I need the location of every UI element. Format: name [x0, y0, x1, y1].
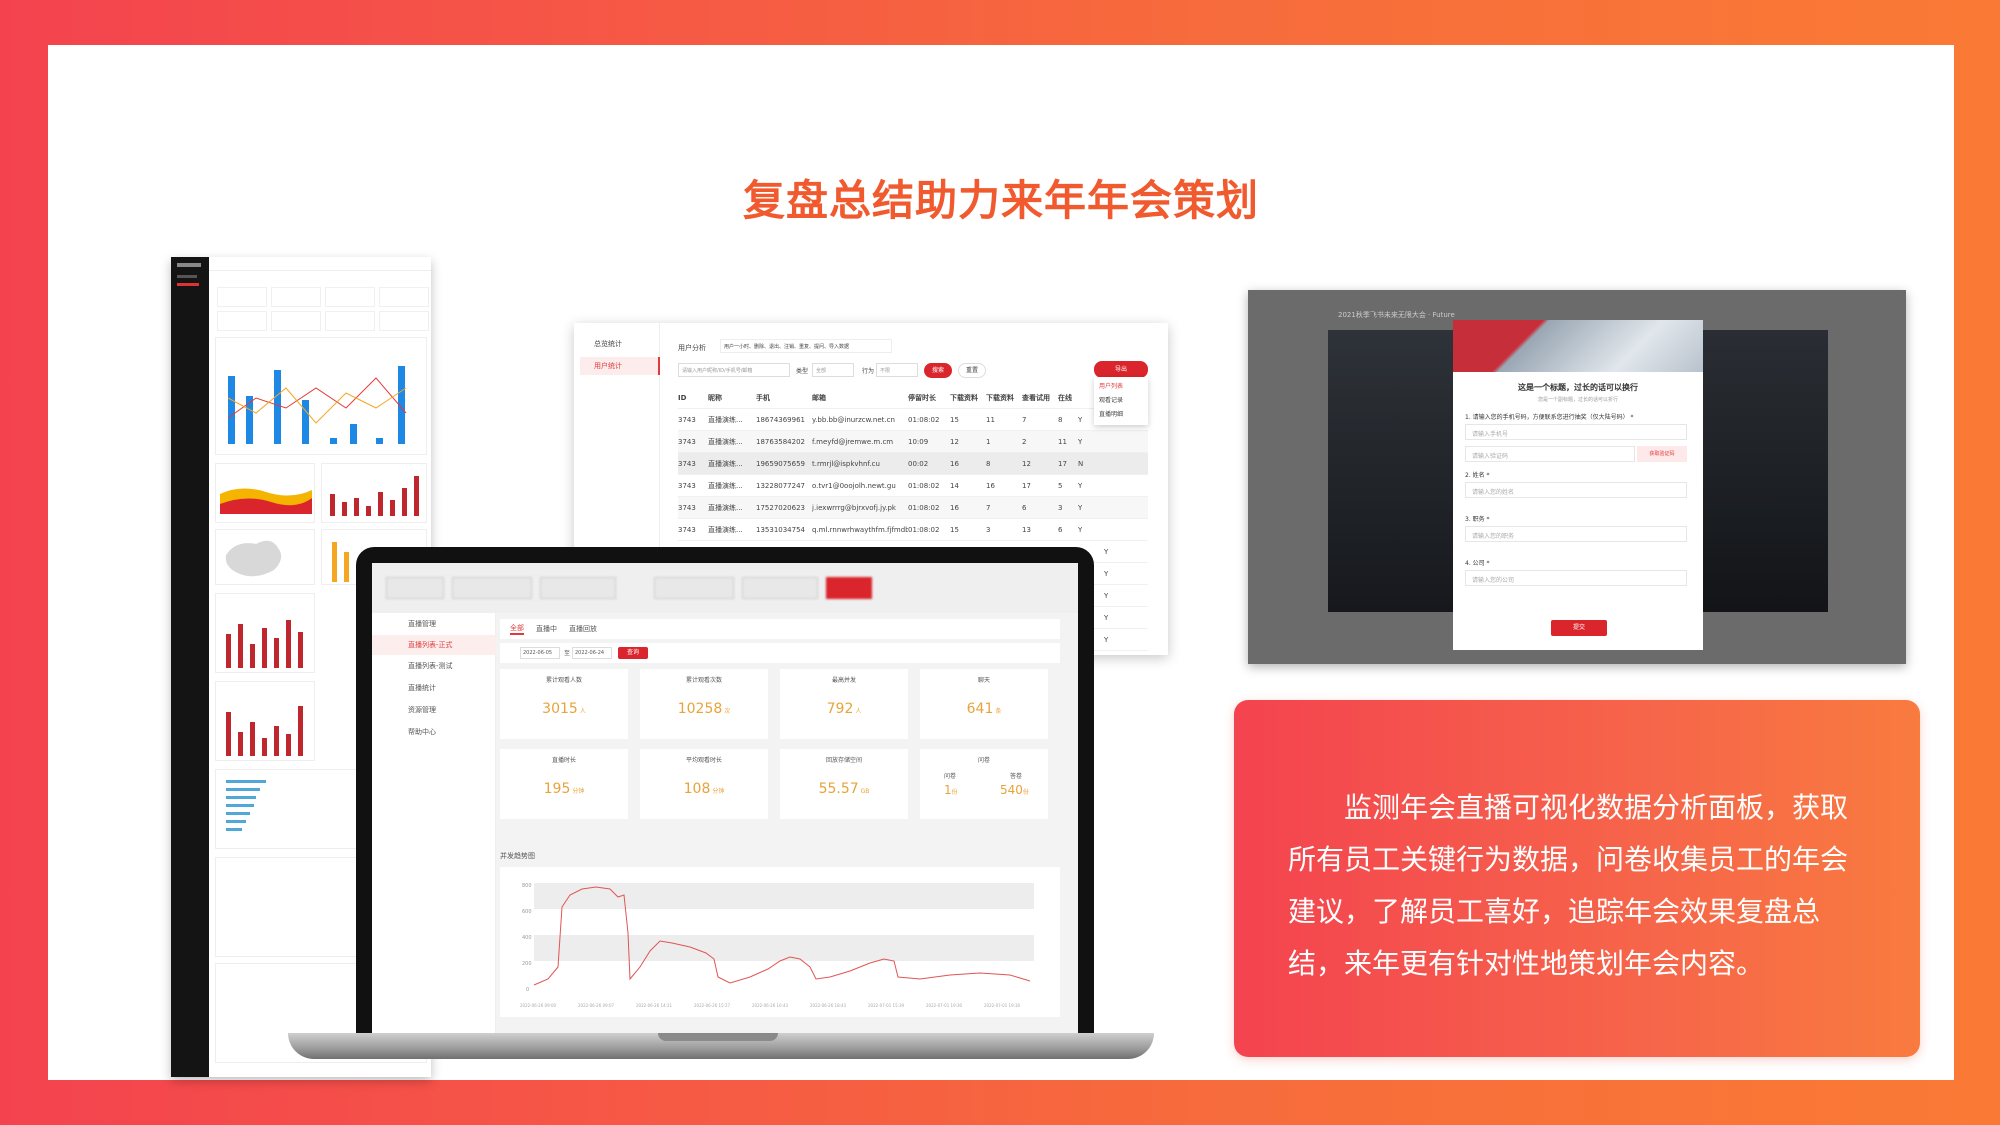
- mini-red-bars-3: [215, 681, 315, 761]
- search-button[interactable]: 搜索: [924, 363, 952, 378]
- question-2: 2. 姓名 *: [1465, 472, 1490, 479]
- search-input[interactable]: 请输入用户昵称/ID/手机号/邮箱: [678, 363, 790, 377]
- nav-resources[interactable]: 资源管理: [372, 705, 496, 715]
- questionnaire-screenshot: 2021秋季飞书未来无限大会 · Future 这是一个标题，过长的话可以换行 …: [1248, 290, 1906, 664]
- question-1: 1. 请输入您的手机号码，方便联系您进行抽奖（仅大陆号码） *: [1465, 414, 1634, 421]
- reset-button[interactable]: 重置: [958, 363, 986, 378]
- question-3: 3. 职务 *: [1465, 516, 1490, 523]
- slide: 复盘总结助力来年年会策划 总览统计 用户统计 用户分析 用户一小时、删除、退出、…: [48, 45, 1954, 1080]
- stat-tile: 回放存储空间 55.57 GB: [780, 749, 908, 819]
- name-input[interactable]: 请输入您的姓名: [1465, 482, 1687, 498]
- get-code-button[interactable]: 获取验证码: [1637, 446, 1687, 462]
- table-header: ID 昵称 手机 邮箱 停留时长 下载资料 下载资料 查看试用 在线: [678, 387, 1148, 409]
- nav-live-manage[interactable]: 直播管理: [372, 619, 496, 629]
- laptop-mockup: 直播管理 直播列表-正式 直播列表-测试 直播统计 资源管理 帮助中心 全部 直…: [356, 547, 1094, 1037]
- y-tick: 800: [522, 883, 532, 889]
- laptop-notch: [658, 1033, 778, 1041]
- laptop-topbar: [372, 563, 1078, 613]
- table-row[interactable]: 3743 直播演练... 17527020623 j.iexwrrrg@bjrxvof…: [678, 497, 1148, 519]
- table-row[interactable]: 3743 直播演练... 19659075659 t.rmrjl@ispkvhnf.c…: [678, 453, 1148, 475]
- export-menu-item[interactable]: 直播明细: [1099, 408, 1143, 422]
- tab-live[interactable]: 直播中: [536, 624, 557, 634]
- mini-bar-chart-blue: [215, 337, 427, 455]
- x-tick: 2022-06-26 09:00: [520, 1003, 557, 1008]
- x-tick: 2022-07-01 19:30: [926, 1003, 963, 1008]
- description-card: 监测年会直播可视化数据分析面板，获取所有员工关键行为数据，问卷收集员工的年会建议…: [1234, 700, 1920, 1057]
- y-tick: 600: [522, 909, 532, 915]
- questionnaire-modal: 这是一个标题，过长的话可以换行 您是一个副标题，过长的话可以折行 1. 请输入您…: [1453, 320, 1703, 650]
- concurrency-chart: 800 600 400 200 0 2022-06-26 09:00 2022-…: [500, 867, 1060, 1017]
- x-tick: 2022-06-26 14:21: [636, 1003, 673, 1008]
- nav-live-list-prod[interactable]: 直播列表-正式: [372, 635, 496, 655]
- export-menu-item[interactable]: 用户列表: [1099, 380, 1143, 394]
- filter-behavior-label: 行为: [862, 368, 875, 375]
- chart-title: 并发趋势图: [500, 852, 535, 860]
- stat-tile: 累计观看次数 10258 次: [640, 669, 768, 739]
- x-tick: 2022-07-01 15:39: [868, 1003, 905, 1008]
- event-page-title: 2021秋季飞书未来无限大会 · Future: [1338, 311, 1455, 319]
- tip-text: 用户一小时、删除、退出、注销、重复、提问、导入数据: [720, 339, 892, 353]
- stat-tile: 平均观看时长 108 分钟: [640, 749, 768, 819]
- nav-live-list-test[interactable]: 直播列表-测试: [372, 661, 496, 671]
- laptop-screen: 直播管理 直播列表-正式 直播列表-测试 直播统计 资源管理 帮助中心 全部 直…: [372, 563, 1078, 1037]
- y-tick: 400: [522, 935, 532, 941]
- modal-hero-image: [1453, 320, 1703, 372]
- y-tick: 200: [522, 961, 532, 967]
- date-to-label: 至: [564, 650, 571, 657]
- mini-red-bars-2: [215, 593, 315, 673]
- export-dropdown: 用户列表 观看记录 直播明细: [1094, 377, 1148, 425]
- phone-input[interactable]: 请输入手机号: [1465, 424, 1687, 440]
- table-row[interactable]: 3743 直播演练... 13228077247 o.tvr1@0oojolh.new…: [678, 475, 1148, 497]
- filter-type-select[interactable]: 全部: [812, 363, 854, 377]
- modal-title: 这是一个标题，过长的话可以换行: [1518, 383, 1638, 392]
- x-tick: 2022-06-26 09:07: [578, 1003, 615, 1008]
- nav-help[interactable]: 帮助中心: [372, 727, 496, 737]
- stat-tile: 累计观看人数 3015 人: [500, 669, 628, 739]
- stat-tile: 聊天 641 条: [920, 669, 1048, 739]
- tab-all[interactable]: 全部: [510, 623, 524, 635]
- nav-live-stats[interactable]: 直播统计: [372, 683, 496, 693]
- dashboard-sidebar: [171, 257, 209, 1077]
- date-from[interactable]: 2022-06-05: [520, 647, 560, 659]
- question-4: 4. 公司 *: [1465, 560, 1490, 567]
- date-to[interactable]: 2022-06-24: [572, 647, 612, 659]
- export-button[interactable]: 导出: [1094, 361, 1148, 378]
- filter-type-label: 类型: [796, 368, 809, 375]
- query-button[interactable]: 查询: [618, 647, 648, 659]
- code-input[interactable]: 请输入验证码: [1465, 446, 1635, 462]
- submit-button[interactable]: 提交: [1551, 620, 1607, 636]
- questionnaire-tile: 问卷 问卷 1份 答卷 540份: [920, 749, 1048, 819]
- y-tick: 0: [526, 987, 529, 993]
- tab-replay[interactable]: 直播回放: [569, 624, 597, 634]
- filter-behavior-select[interactable]: 不限: [876, 363, 918, 377]
- table-row[interactable]: 3743 直播演练... 18674369961 y.bb.bb@inurzcw.ne…: [678, 409, 1148, 431]
- company-input[interactable]: 请输入您的公司: [1465, 570, 1687, 586]
- x-tick: 2022-07-01 19:30: [984, 1003, 1021, 1008]
- slide-title: 复盘总结助力来年年会策划: [742, 176, 1259, 225]
- table-row[interactable]: 3743 直播演练... 13531034754 q.ml.rnnwrhwaythfm…: [678, 519, 1148, 541]
- mini-red-bars: [321, 463, 427, 523]
- mini-map: [215, 529, 315, 585]
- modal-subtitle: 您是一个副标题，过长的话可以折行: [1537, 397, 1618, 403]
- tabs: 全部 直播中 直播回放: [500, 619, 1060, 639]
- stat-tile: 直播时长 195 分钟: [500, 749, 628, 819]
- title-input[interactable]: 请输入您的职务: [1465, 526, 1687, 542]
- dashboard-topbar: [209, 257, 431, 271]
- date-filter: 2022-06-05 至 2022-06-24 查询: [500, 643, 1060, 663]
- stat-tile: 最高并发 792 人: [780, 669, 908, 739]
- description-text: 监测年会直播可视化数据分析面板，获取所有员工关键行为数据，问卷收集员工的年会建议…: [1288, 791, 1849, 980]
- section-title: 用户分析: [678, 344, 706, 352]
- laptop-main: 全部 直播中 直播回放 2022-06-05 至 2022-06-24 查询 累…: [496, 613, 1078, 1037]
- table-row[interactable]: 3743 直播演练... 18763584202 f.meyfd@jremwe.m.c…: [678, 431, 1148, 453]
- x-tick: 2022-06-26 18:43: [810, 1003, 847, 1008]
- mini-area-chart: [215, 463, 315, 523]
- x-tick: 2022-06-26 16:43: [752, 1003, 789, 1008]
- nav-item-overview[interactable]: 总览统计: [580, 335, 636, 353]
- x-tick: 2022-06-26 15:27: [694, 1003, 731, 1008]
- laptop-sidebar: 直播管理 直播列表-正式 直播列表-测试 直播统计 资源管理 帮助中心: [372, 613, 496, 1037]
- nav-item-users[interactable]: 用户统计: [580, 357, 660, 375]
- export-menu-item[interactable]: 观看记录: [1099, 394, 1143, 408]
